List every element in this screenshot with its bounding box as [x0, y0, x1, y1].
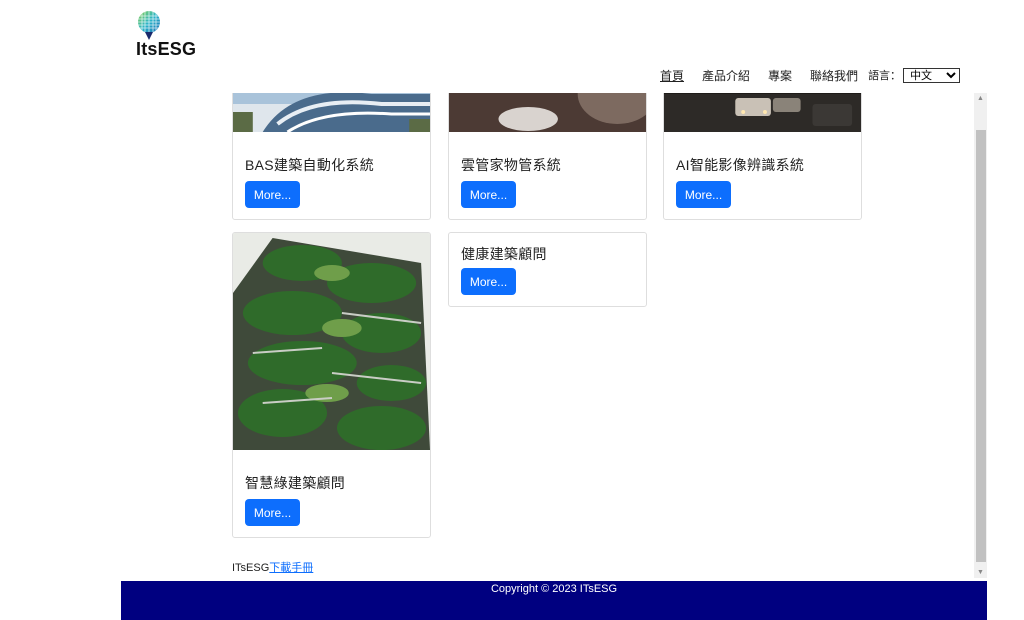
manual-prefix: ITsESG	[232, 562, 270, 574]
product-list: BAS建築自動化系統 More... 雲管家物管系統 More... AI智能影…	[0, 93, 974, 578]
product-title: 雲管家物管系統	[461, 157, 562, 173]
product-card-ai-vision: AI智能影像辨識系統 More...	[663, 93, 862, 220]
product-card-bas: BAS建築自動化系統 More...	[232, 93, 431, 220]
product-card-green-building: 智慧綠建築顧問 More...	[232, 232, 431, 538]
scroll-down-icon[interactable]: ▼	[977, 569, 984, 576]
nav-projects[interactable]: 專案	[768, 67, 792, 84]
content-scrollbar[interactable]: ▲ ▼	[974, 93, 987, 578]
nav-home[interactable]: 首頁	[660, 67, 684, 84]
scroll-up-icon[interactable]: ▲	[977, 95, 984, 102]
green-building-image	[233, 233, 430, 450]
scrollbar-thumb[interactable]	[976, 130, 986, 562]
more-button[interactable]: More...	[461, 268, 516, 295]
copyright-text: Copyright © 2023 ITsESG	[490, 583, 618, 595]
language-select[interactable]: 中文	[903, 67, 961, 83]
product-card-cloud-management: 雲管家物管系統 More...	[448, 93, 647, 220]
manual-download-link[interactable]: 下載手冊	[269, 562, 313, 574]
page-footer: Copyright © 2023 ITsESG	[121, 581, 987, 620]
office-image	[449, 93, 646, 132]
manual-download: ITsESG下載手冊	[232, 559, 313, 575]
product-title: BAS建築自動化系統	[245, 157, 375, 173]
top-navigation: 首頁 產品介紹 專案 聯絡我們 語言： 中文	[660, 66, 961, 84]
brand-logo[interactable]: ItsESG	[134, 10, 214, 60]
traffic-image	[664, 93, 861, 132]
product-title: AI智能影像辨識系統	[676, 157, 805, 173]
more-button[interactable]: More...	[676, 181, 731, 208]
more-button[interactable]: More...	[461, 181, 516, 208]
product-title: 健康建築顧問	[461, 246, 547, 262]
product-card-healthy-building: 健康建築顧問 More...	[448, 232, 647, 307]
globe-pin-icon	[138, 11, 160, 40]
brand-name: ItsESG	[136, 39, 197, 59]
language-label: 語言：	[868, 70, 902, 82]
building-image	[233, 93, 430, 132]
more-button[interactable]: More...	[245, 499, 300, 526]
nav-products[interactable]: 產品介紹	[702, 67, 750, 84]
nav-contact[interactable]: 聯絡我們	[810, 67, 858, 84]
more-button[interactable]: More...	[245, 181, 300, 208]
product-title: 智慧綠建築顧問	[245, 475, 346, 491]
